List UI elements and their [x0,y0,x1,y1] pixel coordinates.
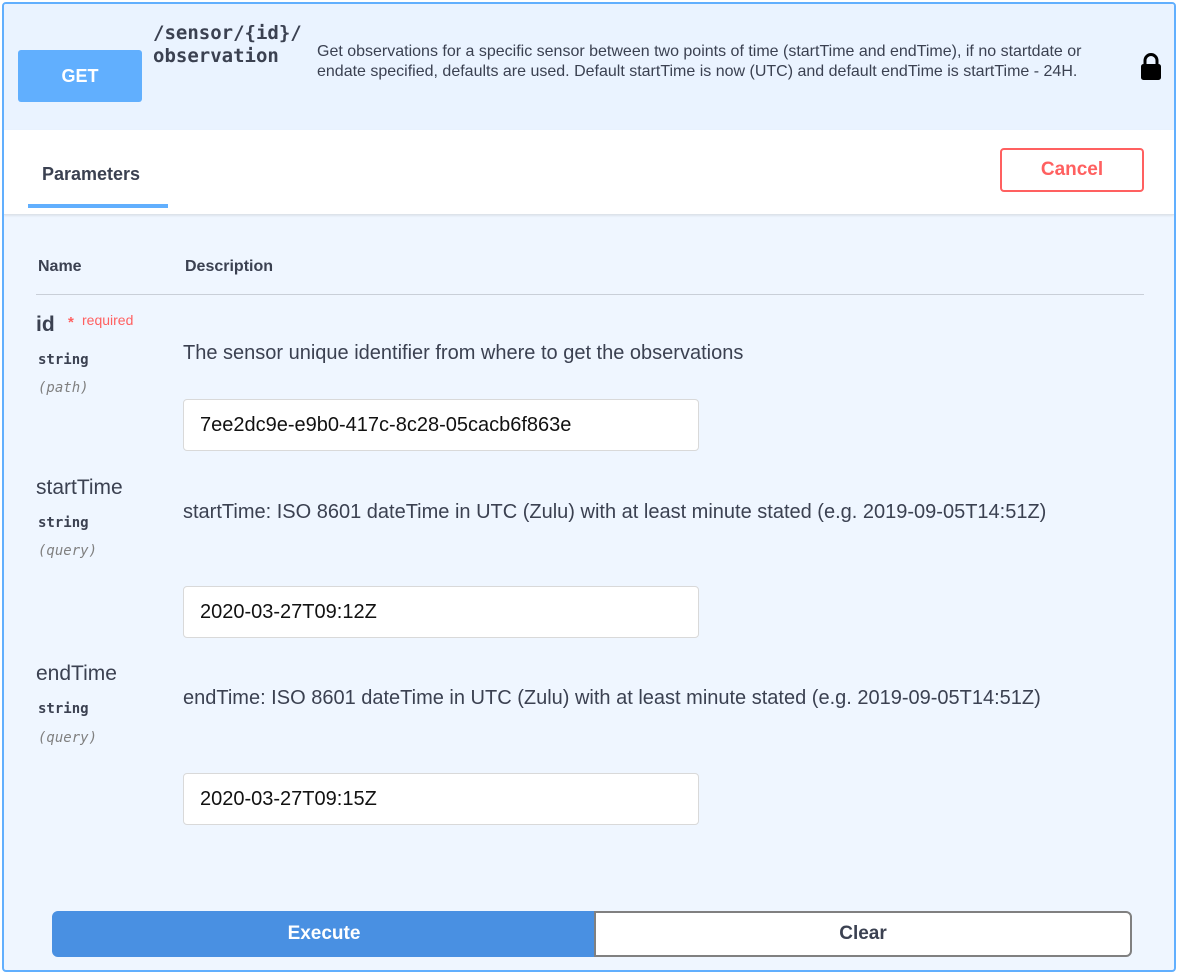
param-id-input[interactable] [183,399,699,451]
name-column-header: Name [38,258,82,275]
required-star: * [68,314,74,331]
param-id-name: id [36,313,55,336]
param-id-description: The sensor unique identifier from where … [183,342,744,364]
param-endtime-description: endTime: ISO 8601 dateTime in UTC (Zulu)… [183,687,1041,709]
operation-path: /sensor/{id}/observation [153,22,302,67]
required-label: required [82,312,134,328]
operation-block: GET /sensor/{id}/observation Get observa… [2,2,1176,972]
method-badge: GET [18,50,142,102]
param-endtime-name: endTime [36,662,117,685]
param-endtime-location: (query) [38,730,98,746]
operation-description: Get observations for a specific sensor b… [317,43,1082,80]
param-starttime-description: startTime: ISO 8601 dateTime in UTC (Zul… [183,501,1047,523]
tab-parameters[interactable]: Parameters [28,130,168,210]
tab-active-underline [28,204,168,208]
tab-parameters-label: Parameters [42,164,141,184]
header-divider [36,294,1144,295]
param-id-location: (path) [38,380,89,396]
operation-summary[interactable]: GET /sensor/{id}/observation Get observa… [4,4,1174,131]
param-starttime-name: startTime [36,476,123,499]
clear-button[interactable]: Clear [594,911,1132,957]
param-starttime-location: (query) [38,543,98,559]
description-column-header: Description [185,258,274,275]
execute-button[interactable]: Execute [52,911,596,957]
cancel-button[interactable]: Cancel [1000,148,1144,192]
lock-icon[interactable] [1140,52,1162,82]
param-endtime-input[interactable] [183,773,699,825]
param-starttime-type: string [38,515,89,531]
tabs-bar: Parameters [4,130,1174,215]
param-id-type: string [38,352,89,368]
param-starttime-input[interactable] [183,586,699,638]
param-endtime-type: string [38,701,89,717]
